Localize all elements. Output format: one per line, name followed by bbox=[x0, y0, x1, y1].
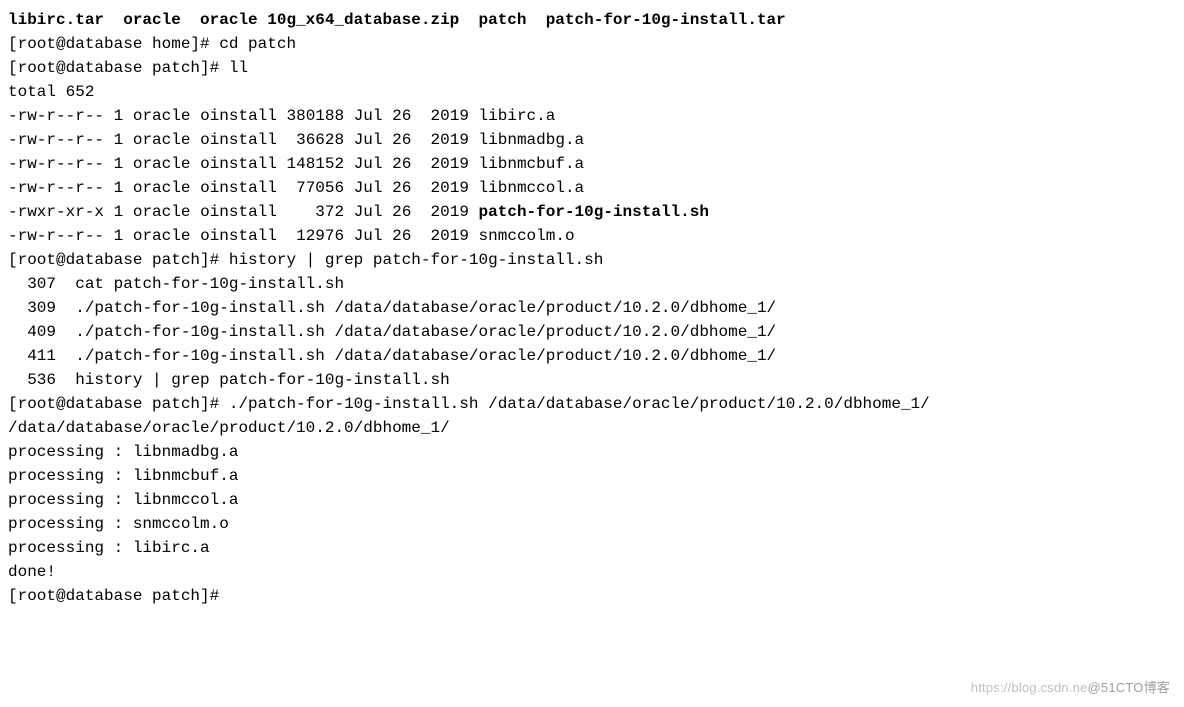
file-name: libirc.tar bbox=[8, 11, 104, 29]
history-row: 536 history | grep patch-for-10g-install… bbox=[8, 368, 1176, 392]
file-name: patch-for-10g-install.sh bbox=[479, 203, 709, 221]
watermark: https://blog.csdn.ne@51CTO博客 bbox=[971, 678, 1170, 698]
history-row: 309 ./patch-for-10g-install.sh /data/dat… bbox=[8, 296, 1176, 320]
command-text: ll bbox=[229, 59, 248, 77]
file-name: snmccolm.o bbox=[479, 227, 575, 245]
file-name: libnmccol.a bbox=[479, 179, 585, 197]
file-name: oracle bbox=[123, 11, 181, 29]
file-name: patch bbox=[478, 11, 526, 29]
prompt: [root@database home]# bbox=[8, 35, 210, 53]
file-name: libnmcbuf.a bbox=[479, 155, 585, 173]
prompt: [root@database patch]# bbox=[8, 59, 219, 77]
file-name: patch-for-10g-install.tar bbox=[546, 11, 786, 29]
output-line: processing : libirc.a bbox=[8, 536, 1176, 560]
total-line: total 652 bbox=[8, 80, 1176, 104]
prompt-line[interactable]: [root@database patch]# bbox=[8, 584, 1176, 608]
command-text: ./patch-for-10g-install.sh /data/databas… bbox=[229, 395, 930, 413]
file-row: -rw-r--r-- 1 oracle oinstall 77056 Jul 2… bbox=[8, 176, 1176, 200]
file-row: -rw-r--r-- 1 oracle oinstall 380188 Jul … bbox=[8, 104, 1176, 128]
file-row: -rw-r--r-- 1 oracle oinstall 36628 Jul 2… bbox=[8, 128, 1176, 152]
output-line: /data/database/oracle/product/10.2.0/dbh… bbox=[8, 416, 1176, 440]
dir-listing-row: libirc.tar oracle oracle 10g_x64_databas… bbox=[8, 8, 1176, 32]
terminal-output: libirc.tar oracle oracle 10g_x64_databas… bbox=[8, 8, 1176, 608]
command-text: history | grep patch-for-10g-install.sh bbox=[229, 251, 603, 269]
file-row: -rwxr-xr-x 1 oracle oinstall 372 Jul 26 … bbox=[8, 200, 1176, 224]
history-row: 307 cat patch-for-10g-install.sh bbox=[8, 272, 1176, 296]
history-row: 409 ./patch-for-10g-install.sh /data/dat… bbox=[8, 320, 1176, 344]
history-row: 411 ./patch-for-10g-install.sh /data/dat… bbox=[8, 344, 1176, 368]
prompt: [root@database patch]# bbox=[8, 395, 219, 413]
watermark-url: https://blog.csdn.ne bbox=[971, 680, 1088, 695]
file-row: -rw-r--r-- 1 oracle oinstall 12976 Jul 2… bbox=[8, 224, 1176, 248]
prompt-line[interactable]: [root@database patch]# ./patch-for-10g-i… bbox=[8, 392, 1176, 416]
command-text: cd patch bbox=[219, 35, 296, 53]
prompt-line[interactable]: [root@database patch]# history | grep pa… bbox=[8, 248, 1176, 272]
file-name: libirc.a bbox=[479, 107, 556, 125]
output-line: processing : libnmccol.a bbox=[8, 488, 1176, 512]
file-row: -rw-r--r-- 1 oracle oinstall 148152 Jul … bbox=[8, 152, 1176, 176]
prompt: [root@database patch]# bbox=[8, 587, 219, 605]
output-line: processing : libnmadbg.a bbox=[8, 440, 1176, 464]
file-name: oracle 10g_x64_database.zip bbox=[200, 11, 459, 29]
watermark-source: @51CTO博客 bbox=[1088, 680, 1170, 695]
file-name: libnmadbg.a bbox=[479, 131, 585, 149]
output-line: processing : snmccolm.o bbox=[8, 512, 1176, 536]
prompt: [root@database patch]# bbox=[8, 251, 219, 269]
output-line: done! bbox=[8, 560, 1176, 584]
output-line: processing : libnmcbuf.a bbox=[8, 464, 1176, 488]
prompt-line[interactable]: [root@database home]# cd patch bbox=[8, 32, 1176, 56]
prompt-line[interactable]: [root@database patch]# ll bbox=[8, 56, 1176, 80]
